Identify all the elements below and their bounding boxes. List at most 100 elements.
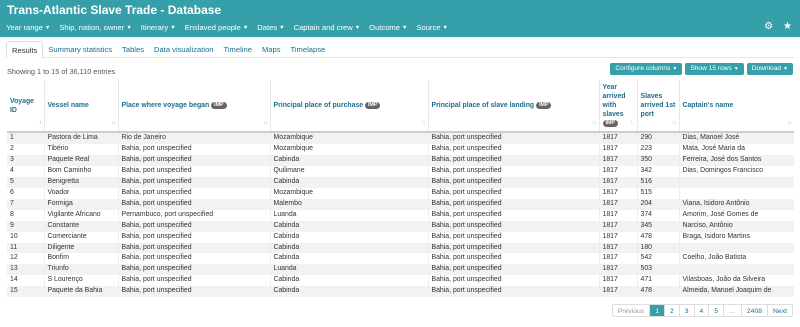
table-cell: Bahia, port unspecified	[427, 132, 599, 144]
column-header[interactable]: Captain's name ↑↓	[678, 80, 794, 133]
pagination-ellipsis: …	[723, 305, 741, 316]
star-icon[interactable]: ★	[783, 20, 792, 34]
menu-itinerary[interactable]: Itinerary ▼	[141, 21, 176, 35]
column-header-label: Voyage ID	[10, 97, 34, 114]
table-cell: Mozambique	[269, 143, 428, 155]
table-cell: 515	[636, 187, 679, 199]
table-cell: Cabinda	[269, 154, 428, 166]
menu-dates[interactable]: Dates ▼	[257, 21, 284, 35]
sort-icon[interactable]: ↑↓	[788, 119, 792, 128]
table-cell: Cabinda	[269, 253, 428, 265]
table-row[interactable]: 8 Vigilante Africano Pernambuco, port unsp…	[7, 209, 794, 221]
table-cell: 1817	[598, 209, 637, 221]
table-cell: Almeida, Manoel Joaquim de	[678, 286, 794, 298]
sort-icon[interactable]: ↑↓	[672, 119, 676, 128]
caret-down-icon: ▼	[170, 25, 176, 31]
page-button[interactable]: 1	[649, 305, 664, 316]
table-row[interactable]: 4 Bom Caminho Bahia, port unspecified Quili…	[7, 165, 794, 177]
page-button[interactable]: 2	[663, 305, 679, 316]
column-header-label: Principal place of purchase	[273, 102, 364, 109]
column-header[interactable]: Slaves arrived 1st port ↑↓	[636, 80, 679, 133]
table-cell: Paquete da Bahia	[43, 286, 118, 298]
tab-tables[interactable]: Tables	[117, 41, 149, 58]
caret-down-icon: ▼	[401, 25, 408, 31]
previous-page-button[interactable]: Previous	[613, 305, 649, 316]
column-header[interactable]: Principal place of slave landing IMP ↑↓	[427, 80, 599, 133]
column-header[interactable]: Year arrived with slaves IMP ↑↓	[598, 80, 637, 133]
sort-icon[interactable]: ↑↓	[592, 119, 596, 128]
table-row[interactable]: 10 Comerciante Bahia, port unspecified Cabi…	[7, 231, 794, 243]
table-cell: Mozambique	[269, 187, 428, 199]
sort-icon[interactable]: ↑↓	[421, 119, 425, 128]
menu-captain-crew[interactable]: Captain and crew ▼	[294, 21, 361, 35]
sort-icon[interactable]: ↑↓	[263, 119, 267, 128]
menu-source[interactable]: Source ▼	[416, 21, 448, 35]
table-cell: Bahia, port unspecified	[427, 275, 599, 287]
sort-icon[interactable]: ↑↓	[630, 119, 634, 128]
column-header-label: Year arrived with slaves	[602, 84, 626, 118]
caret-down-icon: ▼	[672, 66, 678, 72]
tab-results[interactable]: Results	[6, 41, 44, 58]
tab-timelapse[interactable]: Timelapse	[286, 41, 331, 58]
imp-badge: IMP	[211, 102, 227, 109]
column-header-label: Principal place of slave landing	[431, 102, 535, 109]
page-button[interactable]: 2408	[740, 305, 767, 316]
table-row[interactable]: 14 S Lourenço Bahia, port unspecified Cabin…	[7, 275, 794, 287]
sort-icon[interactable]: ↑↓	[111, 119, 115, 128]
table-row[interactable]: 6 Voador Bahia, port unspecified Mozambique…	[7, 187, 794, 199]
menu-year-range[interactable]: Year range ▼	[6, 21, 50, 35]
entries-info: Showing 1 to 15 of 36,110 entries	[7, 67, 116, 76]
tab-maps[interactable]: Maps	[257, 41, 286, 58]
sort-ascending-icon[interactable]: ↑	[39, 119, 42, 128]
caret-down-icon: ▼	[733, 66, 739, 72]
table-row[interactable]: 2 Tibério Bahia, port unspecified Mozambiqu…	[7, 143, 794, 155]
imp-badge: IMP	[602, 120, 618, 127]
table-row[interactable]: 13 Triunfo Bahia, port unspecified Luanda Ba…	[7, 264, 794, 276]
column-header[interactable]: Vessel name ↑↓	[43, 80, 118, 133]
table-row[interactable]: 5 Benigretta Bahia, port unspecified Cabind…	[7, 176, 794, 188]
gear-icon[interactable]: ⚙	[764, 20, 773, 34]
table-cell: Bahia, port unspecified	[117, 187, 270, 199]
next-page-button[interactable]: Next	[767, 305, 792, 316]
tab-data-visualization[interactable]: Data visualization	[149, 41, 219, 58]
table-cell: Narciso, Antônio	[678, 220, 794, 232]
column-header[interactable]: Principal place of purchase IMP ↑↓	[269, 80, 428, 133]
table-cell: Bahia, port unspecified	[427, 220, 599, 232]
table-row[interactable]: 7 Formiga Bahia, port unspecified Malembo Ba…	[7, 198, 794, 210]
table-cell: 1	[7, 132, 44, 144]
site-title[interactable]: Trans-Atlantic Slave Trade - Database	[7, 3, 221, 17]
table-row[interactable]: 12 Bonfim Bahia, port unspecified Cabinda Ba…	[7, 253, 794, 265]
table-cell: 1817	[598, 176, 637, 188]
table-cell: 1817	[598, 231, 637, 243]
column-header[interactable]: Place where voyage began IMP ↑↓	[117, 80, 270, 133]
table-row[interactable]: 9 Constante Bahia, port unspecified Cabinda…	[7, 220, 794, 232]
table-cell: Bonfim	[43, 253, 118, 265]
page-button[interactable]: 3	[678, 305, 694, 316]
table-cell: 478	[636, 231, 679, 243]
menu-outcome[interactable]: Outcome ▼	[369, 21, 407, 35]
menu-enslaved-people[interactable]: Enslaved people ▼	[185, 21, 249, 35]
column-header[interactable]: Voyage ID ↑	[7, 80, 44, 133]
menu-ship-nation-owner[interactable]: Ship, nation, owner ▼	[59, 21, 131, 35]
page-button[interactable]: 4	[693, 305, 709, 316]
table-cell: Braga, Isidoro Martins	[678, 231, 794, 243]
table-cell: Bahia, port unspecified	[117, 220, 270, 232]
top-navbar: Trans-Atlantic Slave Trade - Database Ye…	[0, 0, 800, 37]
table-cell: 345	[636, 220, 679, 232]
table-row[interactable]: 15 Paquete da Bahia Bahia, port unspecifie…	[7, 286, 794, 298]
table-cell: Bahia, port unspecified	[117, 198, 270, 210]
show-rows-button[interactable]: Show 15 rows ▼	[685, 63, 744, 75]
table-row[interactable]: 3 Paquete Real Bahia, port unspecified Cabi…	[7, 154, 794, 166]
table-cell: Bahia, port unspecified	[117, 264, 270, 276]
filter-menu: Year range ▼ Ship, nation, owner ▼ Itinera…	[6, 21, 457, 35]
download-button[interactable]: Download ▼	[746, 63, 793, 75]
table-cell: 11	[7, 242, 44, 254]
tab-timeline[interactable]: Timeline	[219, 41, 257, 58]
configure-columns-button[interactable]: Configure columns ▼	[610, 63, 683, 75]
tab-summary-statistics[interactable]: Summary statistics	[43, 41, 117, 58]
table-row[interactable]: 11 Diligente Bahia, port unspecified Cabind…	[7, 242, 794, 254]
table-cell: Pastora de Lima	[43, 132, 118, 144]
table-row[interactable]: 1 Pastora de Lima Rio de Janeiro Mozambique…	[7, 132, 794, 144]
table-cell: Bahia, port unspecified	[427, 209, 599, 221]
page-button[interactable]: 5	[708, 305, 723, 316]
